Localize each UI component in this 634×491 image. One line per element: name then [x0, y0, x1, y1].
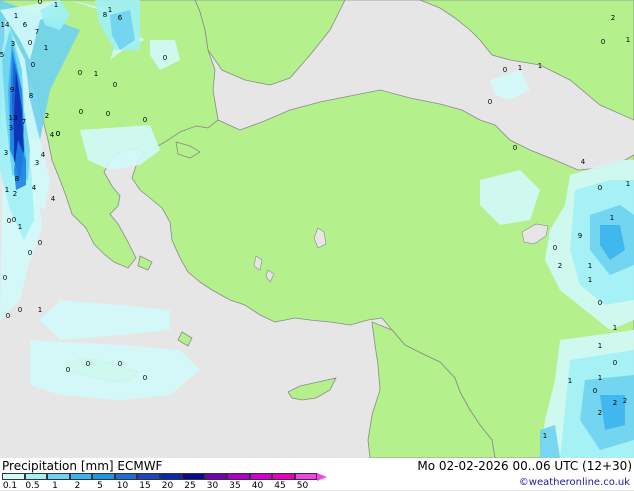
value-label: 0 [6, 312, 10, 320]
value-label: 0 [163, 54, 167, 62]
credit-link[interactable]: ©weatheronline.co.uk [519, 477, 630, 488]
value-label: 0 [3, 274, 7, 282]
footer: Precipitation [mm] ECMWF Mo 02-02-2026 0… [0, 458, 634, 491]
value-label: 0 [31, 61, 35, 69]
scale-swatch [24, 473, 47, 480]
value-label: 1 [626, 36, 630, 44]
value-label: 0 [12, 216, 16, 224]
value-label: 0 [113, 81, 117, 89]
value-label: 0 [598, 299, 602, 307]
value-label: 4 [50, 131, 55, 139]
value-label: 1 [538, 62, 542, 70]
value-label: 0 [7, 217, 11, 225]
value-label: 2 [598, 409, 602, 417]
value-label: 1 [626, 180, 630, 188]
value-label: 2 [613, 399, 617, 407]
value-label: 1 [54, 1, 58, 9]
scale-swatch [92, 473, 115, 480]
scale-swatch [227, 473, 250, 480]
value-label: 1 [14, 12, 18, 20]
value-label: 0 [118, 360, 122, 368]
value-label: 0 [503, 66, 507, 74]
value-label: 0 [143, 374, 147, 382]
value-label: 1 [588, 262, 592, 270]
value-label: 0 [593, 387, 597, 395]
scale-arrow-icon [317, 473, 327, 481]
scale-swatch [2, 473, 25, 480]
value-label: 2 [611, 14, 615, 22]
value-label: 1 [610, 214, 614, 222]
value-label: 0 [28, 39, 32, 47]
precipitation-map[interactable]: 14 6 1 7 0 1 6 8 3 0 1 5 9 0 8 2 4 13 3 7 4 3 8 0 3 4 4 1 2 0 0 1 0 0 0 1 0 0… [0, 0, 634, 458]
value-label: 3 [35, 159, 39, 167]
value-label: 1 [44, 44, 48, 52]
value-label: 0 [18, 306, 22, 314]
value-label: 2 [45, 112, 49, 120]
value-label: 0 [601, 38, 605, 46]
value-label: 7 [35, 28, 39, 36]
value-label: 1 [598, 342, 602, 350]
value-label: 4 [41, 151, 46, 159]
value-label: 5 [0, 51, 4, 59]
value-label: 1 [568, 377, 572, 385]
scale-swatch [114, 473, 137, 480]
value-label: 1 [94, 70, 98, 78]
valid-time: Mo 02-02-2026 00..06 UTC (12+30) [417, 459, 632, 473]
value-label: 8 [15, 175, 19, 183]
value-label: 8 [29, 92, 33, 100]
value-label: 0 [38, 0, 42, 6]
scale-swatch [47, 473, 70, 480]
value-label: 0 [86, 360, 90, 368]
value-label: 13 [9, 114, 18, 122]
value-label: 1 [543, 432, 547, 440]
scale-swatch [182, 473, 205, 480]
value-label: 1 [588, 276, 592, 284]
value-label: 1 [38, 306, 42, 314]
value-label: 9 [10, 86, 14, 94]
value-label: 3 [9, 124, 13, 132]
value-label: 6 [23, 21, 28, 29]
value-label: 0 [143, 116, 147, 124]
scale-swatch [272, 473, 295, 480]
value-label: 2 [623, 397, 627, 405]
scale-swatch [204, 473, 227, 480]
scale-swatch [137, 473, 160, 480]
value-label: 3 [4, 149, 8, 157]
value-label: 1 [18, 223, 22, 231]
value-label: 1 [518, 64, 522, 72]
value-label: 0 [553, 244, 557, 252]
map-canvas: 14 61701 683 01590824133743803441 2001000100… [0, 0, 634, 458]
value-label: 0 [38, 239, 42, 247]
scale-swatch [294, 473, 317, 480]
value-label: 1 [598, 374, 602, 382]
value-label: 0 [56, 130, 60, 138]
value-label: 9 [578, 232, 582, 240]
value-label: 4 [51, 195, 56, 203]
value-label: 0 [598, 184, 602, 192]
value-label: 0 [28, 249, 32, 257]
scale-swatch [249, 473, 272, 480]
scale-swatch [69, 473, 92, 480]
value-label: 1 [108, 6, 112, 14]
value-label: 0 [78, 69, 82, 77]
value-label: 7 [22, 118, 26, 126]
value-label: 8 [103, 11, 107, 19]
value-label: 0 [613, 359, 617, 367]
value-label: 4 [581, 158, 586, 166]
value-label: 3 [11, 40, 15, 48]
map-title: Precipitation [mm] ECMWF [2, 459, 163, 473]
value-label: 0 [513, 144, 517, 152]
value-label: 14 [1, 21, 10, 29]
value-label: 2 [558, 262, 562, 270]
value-label: 1 [613, 324, 617, 332]
value-label: 4 [32, 184, 37, 192]
value-label: 0 [488, 98, 492, 106]
value-label: 0 [106, 110, 110, 118]
value-label: 1 [5, 186, 9, 194]
value-label: 2 [13, 190, 17, 198]
scale-swatch [159, 473, 182, 480]
value-label: 6 [118, 14, 123, 22]
value-label: 0 [79, 108, 83, 116]
value-label: 0 [66, 366, 70, 374]
